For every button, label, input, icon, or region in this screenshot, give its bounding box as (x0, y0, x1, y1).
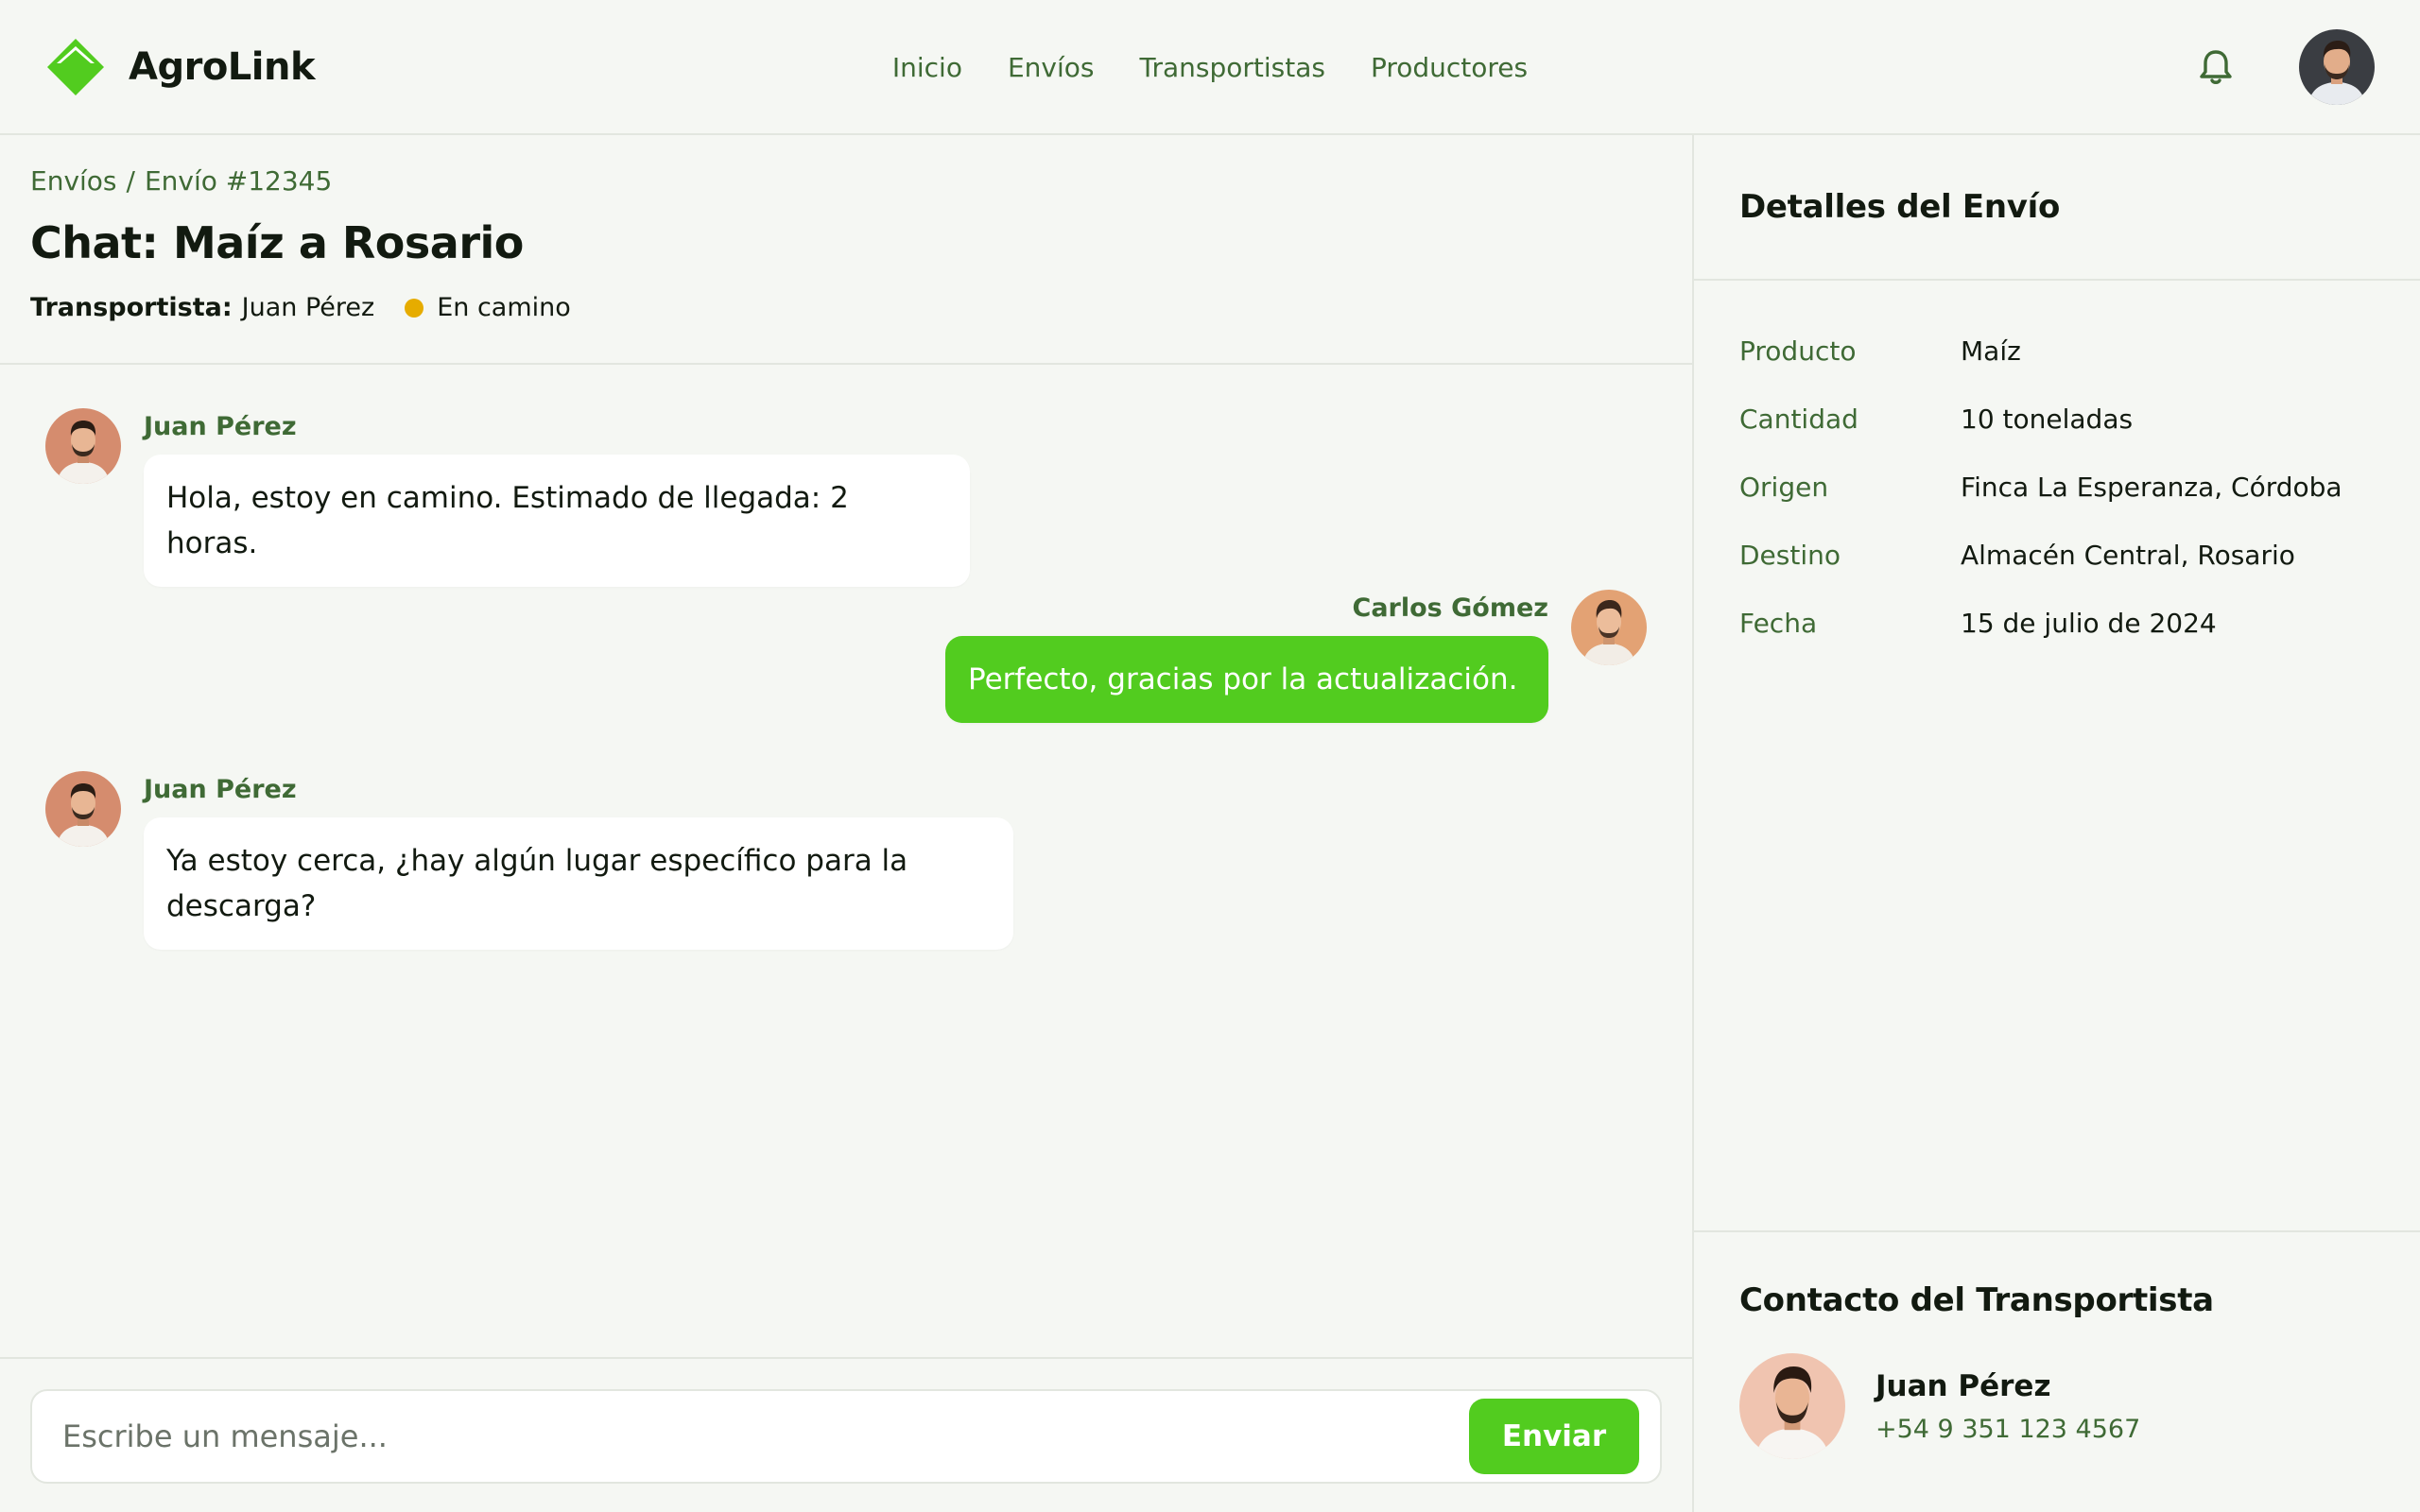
message-sender: Juan Pérez (144, 412, 297, 441)
breadcrumb: Envíos / Envío #12345 (30, 165, 1662, 197)
header-actions (2195, 28, 2375, 105)
nav-item-transportistas[interactable]: Transportistas (1139, 52, 1324, 83)
send-button[interactable]: Enviar (1469, 1399, 1639, 1474)
breadcrumb-separator: / (126, 165, 135, 197)
carrier-contact: Contacto del Transportista Juan Pérez +5… (1694, 1230, 2420, 1512)
top-bar: AgroLink Inicio Envíos Transportistas Pr… (0, 0, 2420, 135)
nav-item-envios[interactable]: Envíos (1008, 52, 1095, 83)
details-list: Producto Maíz Cantidad 10 toneladas Orig… (1694, 281, 2420, 1230)
details-header: Detalles del Envío (1694, 135, 2420, 281)
user-avatar[interactable] (2299, 28, 2375, 105)
status-dot-icon (405, 298, 424, 318)
breadcrumb-current[interactable]: Envío #12345 (145, 165, 332, 197)
carrier-label: Transportista: (30, 293, 233, 322)
detail-value: Finca La Esperanza, Córdoba (1961, 471, 2342, 503)
contact-title: Contacto del Transportista (1739, 1281, 2214, 1319)
detail-label: Cantidad (1739, 403, 1858, 435)
sender-avatar (45, 408, 121, 484)
details-sidebar: Detalles del Envío Producto Maíz Cantida… (1694, 135, 2420, 1512)
detail-row: Destino Almacén Central, Rosario (1739, 521, 2375, 589)
message-item: Juan Pérez Ya estoy cerca, ¿hay algún lu… (45, 771, 1013, 950)
contact-phone[interactable]: +54 9 351 123 4567 (1876, 1415, 2140, 1444)
message-list: Juan Pérez Hola, estoy en camino. Estima… (0, 365, 1692, 1357)
detail-value: 15 de julio de 2024 (1961, 607, 2217, 639)
detail-row: Cantidad 10 toneladas (1739, 385, 2375, 453)
app: AgroLink Inicio Envíos Transportistas Pr… (0, 0, 2420, 1512)
chat-header: Envíos / Envío #12345 Chat: Maíz a Rosar… (0, 135, 1692, 365)
message-item: Carlos Gómez Perfecto, gracias por la ac… (945, 590, 1647, 723)
detail-value: Almacén Central, Rosario (1961, 539, 2295, 571)
detail-value: Maíz (1961, 335, 2021, 367)
detail-label: Origen (1739, 471, 1829, 503)
shipment-meta: Transportista: Juan Pérez En camino (30, 293, 1662, 322)
main-nav: Inicio Envíos Transportistas Productores (0, 0, 2420, 135)
sender-avatar (1571, 590, 1647, 665)
contact-avatar (1739, 1353, 1845, 1459)
detail-label: Fecha (1739, 607, 1818, 639)
page-title: Chat: Maíz a Rosario (30, 217, 524, 268)
agrolink-logo-icon (47, 38, 104, 95)
breadcrumb-envios-link[interactable]: Envíos (30, 165, 117, 197)
message-input[interactable] (62, 1418, 1469, 1454)
contact-card: Juan Pérez +54 9 351 123 4567 (1739, 1353, 2375, 1459)
status-badge: En camino (405, 293, 571, 322)
message-bubble: Ya estoy cerca, ¿hay algún lugar específ… (144, 817, 1013, 950)
message-bubble: Perfecto, gracias por la actualización. (945, 636, 1548, 723)
sender-avatar (45, 771, 121, 847)
detail-label: Producto (1739, 335, 1857, 367)
detail-row: Producto Maíz (1739, 317, 2375, 385)
main-body: Envíos / Envío #12345 Chat: Maíz a Rosar… (0, 135, 2420, 1512)
detail-row: Origen Finca La Esperanza, Córdoba (1739, 453, 2375, 521)
bell-icon[interactable] (2195, 46, 2237, 88)
message-sender: Juan Pérez (144, 775, 297, 804)
carrier-name: Juan Pérez (241, 293, 375, 322)
message-item: Juan Pérez Hola, estoy en camino. Estima… (45, 408, 970, 587)
detail-value: 10 toneladas (1961, 403, 2134, 435)
contact-info: Juan Pérez +54 9 351 123 4567 (1876, 1369, 2140, 1444)
message-composer: Enviar (0, 1357, 1692, 1512)
status-text: En camino (437, 293, 571, 322)
composer-box: Enviar (30, 1389, 1662, 1484)
nav-item-productores[interactable]: Productores (1371, 52, 1528, 83)
contact-name: Juan Pérez (1876, 1368, 2051, 1403)
chat-panel: Envíos / Envío #12345 Chat: Maíz a Rosar… (0, 135, 1694, 1512)
message-bubble: Hola, estoy en camino. Estimado de llega… (144, 455, 970, 587)
message-sender: Carlos Gómez (1352, 593, 1549, 623)
detail-row: Fecha 15 de julio de 2024 (1739, 589, 2375, 657)
app-name: AgroLink (129, 44, 316, 89)
detail-label: Destino (1739, 539, 1841, 571)
nav-item-inicio[interactable]: Inicio (892, 52, 962, 83)
brand[interactable]: AgroLink (45, 37, 316, 97)
details-title: Detalles del Envío (1739, 188, 2061, 226)
